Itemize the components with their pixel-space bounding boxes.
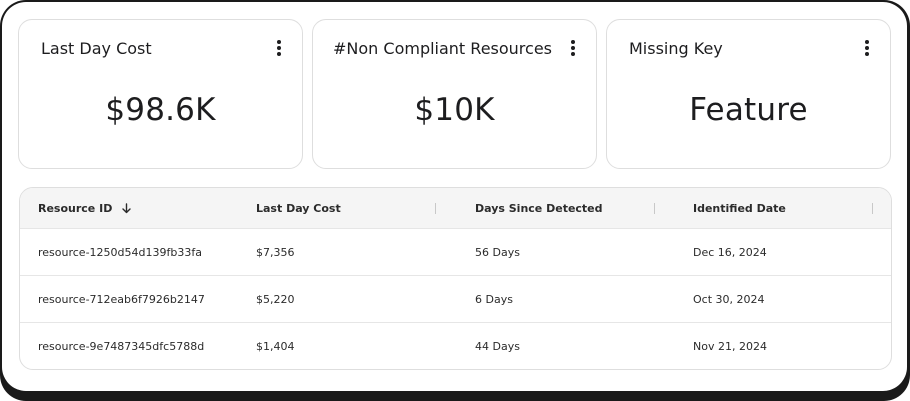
cell-days-since-detected: 44 Days xyxy=(475,340,520,353)
card-value: Feature xyxy=(689,92,808,128)
card-title: Missing Key xyxy=(629,39,723,58)
vertical-dots-icon[interactable] xyxy=(568,40,578,56)
vertical-dots-icon[interactable] xyxy=(274,40,284,56)
column-header-label: Resource ID xyxy=(38,202,113,215)
cell-days-since-detected: 6 Days xyxy=(475,293,513,306)
cell-resource-id: resource-1250d54d139fb33fa xyxy=(38,246,202,259)
column-header-identified-date[interactable]: Identified Date xyxy=(693,188,786,229)
card-value: $98.6K xyxy=(105,92,216,128)
card-value: $10K xyxy=(414,92,495,128)
resources-table: Resource ID Last Day Cost Days Since Det… xyxy=(19,187,892,370)
card-missing-key: Missing Key Feature xyxy=(606,19,891,169)
card-non-compliant-resources: #Non Compliant Resources $10K xyxy=(312,19,597,169)
column-resize-handle[interactable] xyxy=(435,203,436,214)
cell-days-since-detected: 56 Days xyxy=(475,246,520,259)
dashboard-panel: Last Day Cost $98.6K #Non Compliant Reso… xyxy=(2,2,907,391)
card-title: Last Day Cost xyxy=(41,39,152,58)
column-header-resource-id[interactable]: Resource ID xyxy=(38,188,131,229)
column-resize-handle[interactable] xyxy=(654,203,655,214)
table-header: Resource ID Last Day Cost Days Since Det… xyxy=(20,188,891,229)
cell-identified-date: Dec 16, 2024 xyxy=(693,246,767,259)
table-row[interactable]: resource-9e7487345dfc5788d $1,404 44 Day… xyxy=(20,323,891,369)
window-frame: Last Day Cost $98.6K #Non Compliant Reso… xyxy=(0,0,910,401)
cell-identified-date: Nov 21, 2024 xyxy=(693,340,767,353)
cell-last-day-cost: $7,356 xyxy=(256,246,295,259)
column-header-days-since-detected[interactable]: Days Since Detected xyxy=(475,188,603,229)
cell-resource-id: resource-9e7487345dfc5788d xyxy=(38,340,205,353)
card-last-day-cost: Last Day Cost $98.6K xyxy=(18,19,303,169)
table-row[interactable]: resource-1250d54d139fb33fa $7,356 56 Day… xyxy=(20,229,891,276)
vertical-dots-icon[interactable] xyxy=(862,40,872,56)
cell-identified-date: Oct 30, 2024 xyxy=(693,293,765,306)
cell-last-day-cost: $1,404 xyxy=(256,340,295,353)
arrow-down-icon[interactable] xyxy=(122,202,131,214)
table-row[interactable]: resource-712eab6f7926b2147 $5,220 6 Days… xyxy=(20,276,891,323)
cell-resource-id: resource-712eab6f7926b2147 xyxy=(38,293,205,306)
column-header-last-day-cost[interactable]: Last Day Cost xyxy=(256,188,341,229)
cell-last-day-cost: $5,220 xyxy=(256,293,295,306)
card-title: #Non Compliant Resources xyxy=(333,39,552,58)
column-resize-handle[interactable] xyxy=(872,203,873,214)
